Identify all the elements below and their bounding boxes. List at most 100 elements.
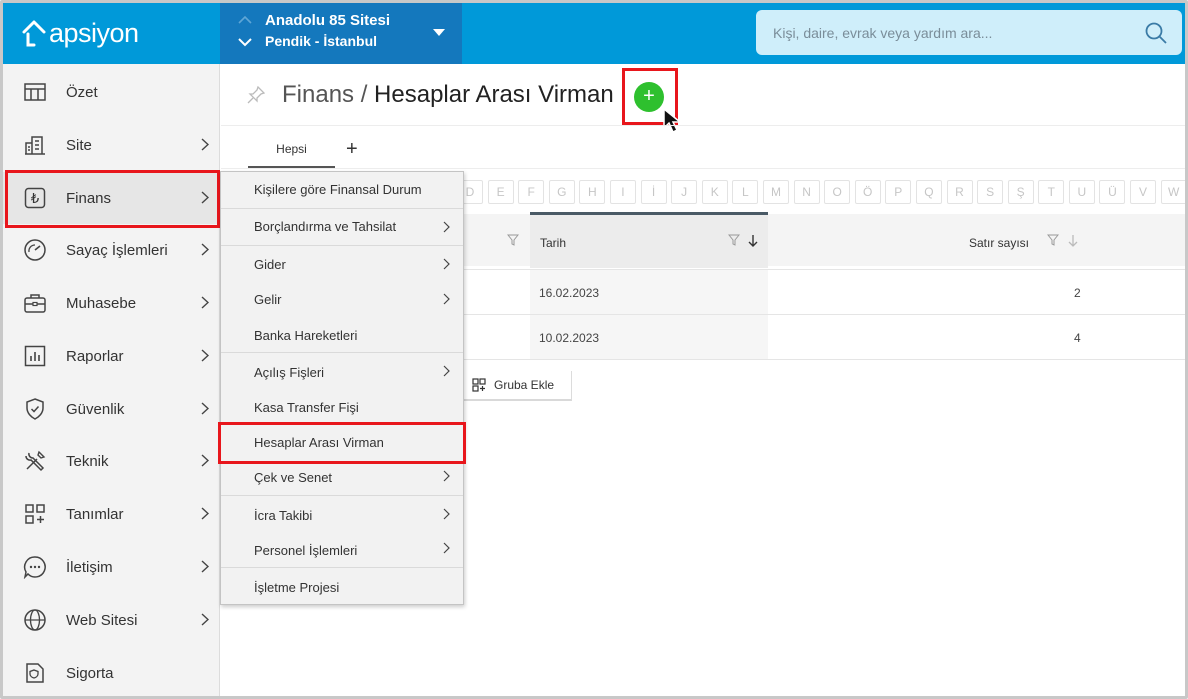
insurance-doc-icon [26,663,44,683]
menu-item-label: Banka Hareketleri [254,328,358,343]
letter-filter-button[interactable]: W [1160,180,1185,204]
menu-item-label: Gider [254,257,286,272]
letter-filter-button[interactable]: Q [915,180,942,204]
finans-highlight-box [5,170,220,228]
menu-item-label: Gelir [254,292,282,307]
search-icon[interactable] [1144,21,1168,45]
add-to-group-button[interactable]: Gruba Ekle [461,371,572,401]
chevron-right-icon [443,365,450,377]
sidebar-item-label: Sigorta [66,664,114,682]
sidebar-item-sigorta[interactable]: Sigorta [3,647,220,696]
sidebar-item-muhasebe[interactable]: Muhasebe [3,277,220,329]
menu-item-label: Borçlandırma ve Tahsilat [254,219,397,234]
pin-icon[interactable] [247,86,265,104]
letter-filter-button[interactable]: O [824,180,851,204]
grid-line [461,269,1185,270]
sidebar-item-ozet[interactable]: Özet [3,66,220,118]
letter-filter-button[interactable]: R [946,180,973,204]
breadcrumb-parent[interactable]: Finans / [282,81,367,108]
letter-filter-button[interactable]: Ö [854,180,881,204]
chevron-right-icon [201,507,209,520]
sidebar-item-teknik[interactable]: Teknik [3,435,220,487]
logo-text: apsiyon [49,17,139,48]
menu-divider [221,352,463,353]
sidebar-item-sayac-islemleri[interactable]: Sayaç İşlemleri [3,224,220,276]
letter-filter-button[interactable]: J [671,180,698,204]
sidebar-item-iletisim[interactable]: İletişim [3,541,220,593]
filter-icon[interactable] [1047,234,1059,246]
chevron-down-icon[interactable] [238,38,252,47]
sidebar-item-label: İletişim [66,558,113,576]
chat-icon [23,556,46,579]
site-name: Anadolu 85 Sitesi [265,12,391,29]
sort-icon[interactable] [1067,234,1079,248]
gauge-icon [24,239,46,261]
caret-down-icon[interactable] [433,29,445,36]
sidebar-item-label: Sayaç İşlemleri [66,241,168,259]
title-divider [221,125,1185,126]
search-box[interactable] [756,10,1182,55]
letter-filter-button[interactable]: P [885,180,912,204]
menu-item-label: İcra Takibi [254,508,313,523]
sidebar-item-label: Teknik [66,452,109,470]
sidebar-item-site[interactable]: Site [3,119,220,171]
letter-filter-button[interactable]: İ [640,180,667,204]
chevron-right-icon [201,138,209,151]
chevron-right-icon [443,508,450,520]
column-header-tarih[interactable]: Tarih [530,212,768,268]
briefcase-icon [24,294,46,313]
chevron-right-icon [443,542,450,554]
letter-filter-button[interactable]: T [1038,180,1065,204]
letter-filter-button[interactable]: Ş [1007,180,1034,204]
chevron-right-icon [443,221,450,233]
chevron-right-icon [201,296,209,309]
column-label-tarih: Tarih [540,236,567,250]
letter-filter-button[interactable]: Ü [1099,180,1126,204]
sidebar-item-raporlar[interactable]: Raporlar [3,330,220,382]
tab-divider [221,168,1185,169]
tab-hepsi[interactable]: Hepsi [248,134,335,168]
letter-filter-button[interactable]: E [487,180,514,204]
sidebar-item-guvenlik[interactable]: Güvenlik [3,383,220,435]
column-label-satir-sayisi[interactable]: Satır sayısı [969,236,1029,250]
chevron-up-icon[interactable] [238,15,252,24]
top-bar: apsiyon Anadolu 85 Sitesi Pendik - İstan… [3,3,1185,64]
letter-filter-button[interactable]: H [579,180,606,204]
sidebar-item-label: Raporlar [66,347,124,365]
chevron-right-icon [201,560,209,573]
site-location: Pendik - İstanbul [265,33,378,49]
letter-filter-button[interactable]: U [1068,180,1095,204]
chevron-right-icon [201,454,209,467]
letter-filter-button[interactable]: N [793,180,820,204]
menu-divider [221,208,463,209]
chevron-right-icon [443,470,450,482]
mouse-cursor-icon [663,107,683,134]
letter-filter-button[interactable]: S [977,180,1004,204]
cell-date: 16.02.2023 [539,286,600,300]
virman-highlight-box [218,422,466,464]
sort-down-icon[interactable] [747,234,759,248]
site-selector[interactable]: Anadolu 85 Sitesi Pendik - İstanbul [220,3,462,64]
tools-icon [25,450,46,472]
letter-filter-button[interactable]: G [548,180,575,204]
letter-filter-button[interactable]: V [1130,180,1157,204]
filter-icon[interactable] [728,234,740,246]
sidebar-item-label: Özet [66,83,98,101]
letter-filter-button[interactable]: F [518,180,545,204]
letter-filter-button[interactable]: I [609,180,636,204]
letter-filter-button[interactable]: K [701,180,728,204]
sidebar-item-web-sitesi[interactable]: Web Sitesi [3,594,220,646]
add-tab-button[interactable]: + [346,138,358,161]
search-input[interactable] [756,10,1136,55]
report-chart-icon [24,345,46,367]
letter-filter-button[interactable]: M [762,180,789,204]
menu-item-label: Kişilere göre Finansal Durum [254,182,422,197]
letter-filter-button[interactable]: L [732,180,759,204]
filter-icon[interactable] [507,234,519,246]
grid-line [461,359,1185,360]
apsiyon-logo[interactable]: apsiyon [21,15,139,51]
menu-item-label: Çek ve Senet [254,470,333,485]
letter-filter-bar: DEFGHIİJKLMNOÖPQRSŞTUÜVWX [457,180,1185,204]
sidebar-item-label: Site [66,136,92,154]
sidebar-item-tanimlar[interactable]: Tanımlar [3,488,220,540]
